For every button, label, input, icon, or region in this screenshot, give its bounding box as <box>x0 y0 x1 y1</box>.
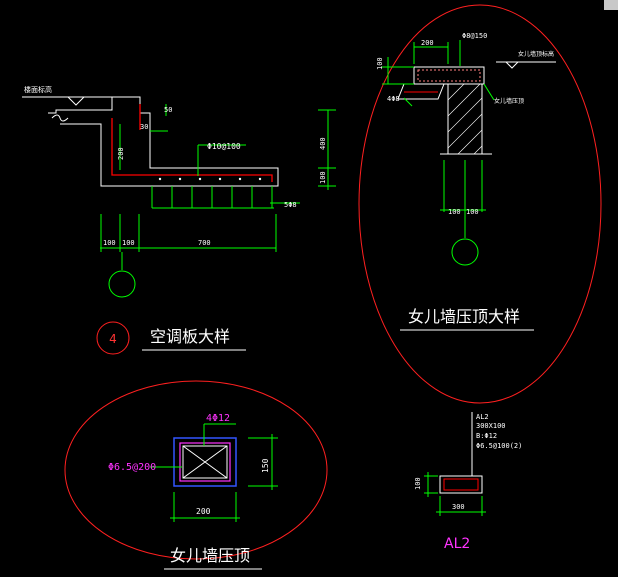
top-level-label: 女儿墙顶标高 <box>518 50 554 58</box>
section-cloud-ellipse <box>64 380 328 560</box>
section-height-dim: 150 <box>261 458 270 473</box>
coping-hatch <box>417 69 481 82</box>
top-level-triangle-icon <box>504 61 520 69</box>
al2-height-dim: 100 <box>414 477 422 490</box>
note-50: 50 <box>164 106 172 114</box>
rebar-top-label: Φ8@150 <box>462 32 487 40</box>
dim-100-a: 100 <box>103 239 116 247</box>
revision-cloud-ellipse <box>358 4 602 404</box>
dim-700: 700 <box>198 239 211 247</box>
window-corner <box>604 0 618 10</box>
dim-400-vertical: 400 <box>319 137 327 150</box>
main-rebar-line <box>111 118 273 182</box>
al2-size: 300X100 <box>476 422 506 430</box>
rebar-side-label: 4Φ8 <box>387 95 400 103</box>
dist-rebar-label: 5Φ8 <box>284 201 297 209</box>
parapet-detail-title: 女儿墙压顶大样 <box>408 307 520 326</box>
al2-rebar <box>443 478 479 491</box>
note-30: 30 <box>140 123 148 131</box>
al2-top-bar: B:Φ12 <box>476 432 497 440</box>
floor-level-label: 楼面标高 <box>24 85 52 94</box>
level-triangle-icon <box>66 96 86 106</box>
dim-height: 100 <box>376 57 384 70</box>
wall-label: 女儿墙压顶 <box>494 97 524 105</box>
dim-100-right: 100 <box>466 208 479 216</box>
stirrup-label: Φ6.5@200 <box>108 462 156 473</box>
top-rebar-label: Φ10@100 <box>207 142 241 151</box>
dim-200: 200 <box>421 39 434 47</box>
ac-board-title: 空调板大样 <box>150 327 230 346</box>
distribution-bars <box>158 177 262 181</box>
dim-100-b: 100 <box>122 239 135 247</box>
parapet-dimension-lines <box>382 40 495 266</box>
slab-outline <box>48 96 279 187</box>
cad-drawing-canvas: 楼面标高 50 30 200 Φ10@100 400 100 5Φ8 100 1… <box>22 4 602 570</box>
al2-beam: AL2 300X100 B:Φ12 Φ6.5@100(2) 100 300 AL… <box>414 412 522 552</box>
dim-100-left: 100 <box>448 208 461 216</box>
al2-name-label: AL2 <box>476 413 489 421</box>
break-symbol-icon <box>51 114 69 122</box>
parapet-section: 4Φ12 Φ6.5@200 200 150 女儿墙压顶 <box>64 380 328 570</box>
parapet-section-title: 女儿墙压顶 <box>170 546 250 565</box>
main-rebar-label: 4Φ12 <box>206 413 230 424</box>
al2-title: AL2 <box>444 536 470 552</box>
parapet-coping-detail: 女儿墙顶标高 200 Φ8@150 100 4Φ8 女儿墙压顶 100 100 … <box>358 4 602 404</box>
al2-width-dim: 300 <box>452 503 465 511</box>
ac-dimension-lines <box>100 104 336 298</box>
ac-board-detail: 楼面标高 50 30 200 Φ10@100 400 100 5Φ8 100 1… <box>22 85 336 355</box>
wall-hatch <box>447 83 483 155</box>
dim-100-vertical: 100 <box>319 171 327 184</box>
section-width-dim: 200 <box>196 507 211 516</box>
al2-stirrup: Φ6.5@100(2) <box>476 442 522 450</box>
detail-number: 4 <box>109 332 117 346</box>
dim-200-vertical: 200 <box>117 147 125 160</box>
